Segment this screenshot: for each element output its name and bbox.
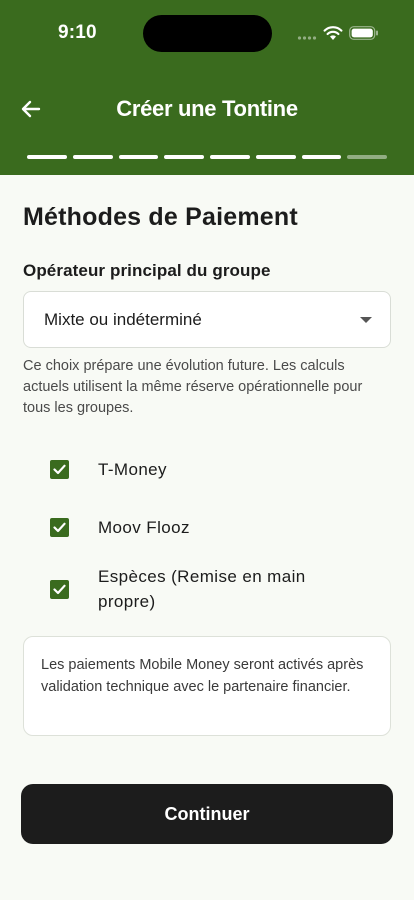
operator-label: Opérateur principal du groupe: [23, 261, 271, 280]
payment-option-moov-flooz[interactable]: Moov Flooz: [50, 515, 370, 540]
checkbox-checked-icon[interactable]: [50, 460, 69, 479]
progress-step: [27, 155, 67, 159]
payment-option-especes[interactable]: Espèces (Remise en main propre): [50, 564, 320, 614]
progress-step: [301, 155, 342, 159]
battery-icon: [349, 26, 378, 40]
operator-select[interactable]: Mixte ou indéterminé: [23, 291, 391, 348]
app-header: 9:10 Créer une Tontine: [0, 0, 414, 175]
info-text: Les paiements Mobile Money seront activé…: [41, 657, 364, 695]
info-box: Les paiements Mobile Money seront activé…: [23, 636, 391, 736]
nav-bar: Créer une Tontine: [0, 88, 414, 132]
progress-step: [210, 155, 250, 159]
cellular-signal-icon: [297, 36, 317, 40]
progress-step: [118, 155, 159, 159]
continue-button[interactable]: Continuer: [21, 784, 393, 844]
progress-step: [72, 155, 113, 159]
caret-down-icon: [360, 317, 372, 323]
payment-option-tmoney[interactable]: T-Money: [50, 457, 370, 482]
dynamic-island: [143, 15, 272, 52]
checkbox-checked-icon[interactable]: [50, 518, 69, 537]
progress-step: [164, 155, 204, 159]
payment-option-label: Moov Flooz: [98, 518, 190, 537]
progress-step: [347, 155, 387, 159]
progress-step: [255, 155, 296, 159]
main-content: Méthodes de Paiement Opérateur principal…: [0, 175, 414, 900]
payment-option-label: T-Money: [98, 460, 167, 479]
status-time: 9:10: [58, 22, 97, 43]
wifi-icon: [323, 26, 343, 40]
operator-selected-value: Mixte ou indéterminé: [44, 309, 202, 329]
help-text: Ce choix prépare une évolution future. L…: [23, 358, 363, 416]
payment-option-label: Espèces (Remise en main propre): [98, 567, 306, 611]
page-title: Créer une Tontine: [116, 96, 298, 121]
checkbox-checked-icon[interactable]: [50, 579, 69, 599]
step-progress: [27, 155, 387, 160]
section-title: Méthodes de Paiement: [23, 203, 298, 231]
status-bar: 9:10: [0, 0, 414, 66]
